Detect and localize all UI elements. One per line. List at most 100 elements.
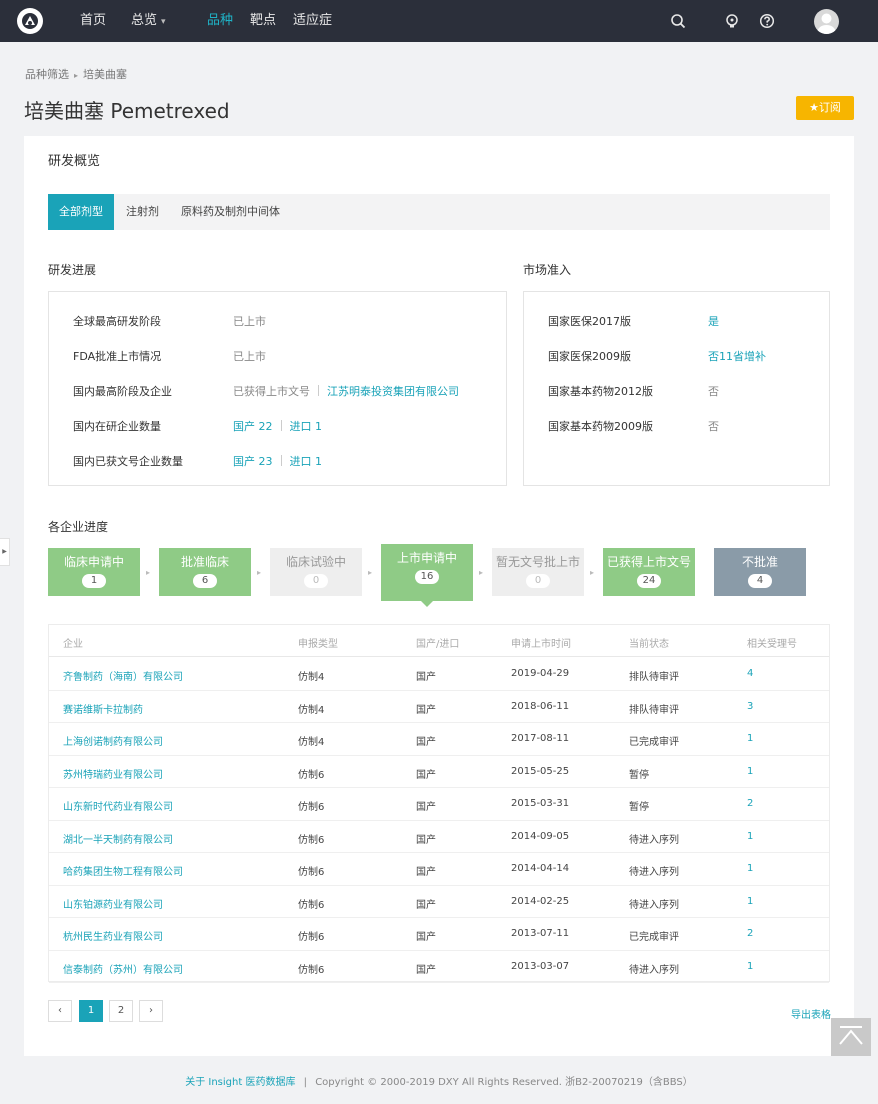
avatar[interactable] (814, 9, 839, 34)
table-row: 苏州特瑞药业有限公司 仿制6 国产 2015-05-25 暂停 1 (49, 756, 829, 788)
cell-date: 2019-04-29 (511, 668, 570, 679)
stage-name: 临床申请中 (63, 555, 124, 569)
tab-injection[interactable]: 注射剂 (126, 194, 159, 230)
stage-clinical-approved[interactable]: 批准临床 6 (159, 548, 251, 596)
cell-type: 仿制6 (298, 867, 325, 878)
cell-acceptance-count[interactable]: 3 (747, 701, 753, 712)
cell-status: 待进入序列 (629, 964, 679, 976)
cell-acceptance-count[interactable]: 2 (747, 928, 753, 939)
domestic-count-link[interactable]: 国产 23 (233, 455, 273, 468)
cell-status: 暂停 (629, 769, 649, 781)
company-progress-title: 各企业进度 (48, 520, 109, 534)
page-1-button[interactable]: 1 (79, 1000, 103, 1022)
stage-name: 上市申请中 (396, 551, 457, 565)
cell-company[interactable]: 信泰制药（苏州）有限公司 (63, 961, 183, 976)
stage-count: 6 (193, 574, 217, 588)
subscribe-button[interactable]: ★订阅 (796, 96, 854, 120)
col-status: 当前状态 (629, 639, 669, 650)
cell-origin: 国产 (416, 802, 436, 813)
sidebar-toggle-icon[interactable]: ▶ (0, 538, 10, 566)
cell-acceptance-count[interactable]: 2 (747, 798, 753, 809)
stage-name: 已获得上市文号 (606, 555, 691, 569)
cell-company[interactable]: 山东铂源药业有限公司 (63, 896, 163, 911)
breadcrumb-item-filter[interactable]: 品种筛选 (25, 68, 69, 81)
page-2-button[interactable]: 2 (109, 1000, 133, 1022)
cell-company[interactable]: 杭州民生药业有限公司 (63, 928, 163, 943)
table-row: 哈药集团生物工程有限公司 仿制6 国产 2014-04-14 待进入序列 1 (49, 853, 829, 886)
stage-clinical-trial[interactable]: 临床试验中 0 (270, 548, 362, 596)
export-table-link[interactable]: 导出表格 (791, 1006, 831, 1021)
bulb-icon[interactable] (724, 13, 740, 29)
kv-value: 否 (708, 385, 719, 398)
domestic-count-link[interactable]: 国产 22 (233, 420, 273, 433)
logo[interactable] (17, 8, 43, 34)
cell-company[interactable]: 赛诺维斯卡拉制药 (63, 701, 143, 716)
back-to-top-button[interactable] (831, 1018, 871, 1056)
tab-all-forms[interactable]: 全部剂型 (48, 194, 114, 230)
page-title: 培美曲塞 Pemetrexed (24, 99, 230, 123)
footer-separator: | (303, 1077, 308, 1088)
cell-company[interactable]: 哈药集团生物工程有限公司 (63, 863, 183, 878)
nav-indications[interactable]: 适应症 (293, 0, 332, 42)
table-row: 湖北一半天制药有限公司 仿制6 国产 2014-09-05 待进入序列 1 (49, 821, 829, 853)
nav-overview[interactable]: 总览 ▾ (131, 0, 166, 42)
nav-home[interactable]: 首页 (80, 0, 106, 42)
stage-rejected[interactable]: 不批准 4 (714, 548, 806, 596)
tab-api-intermediates[interactable]: 原料药及制剂中间体 (181, 194, 280, 230)
cell-origin: 国产 (416, 964, 436, 976)
cell-type: 仿制6 (298, 802, 325, 813)
next-page-button[interactable]: › (139, 1000, 163, 1022)
cell-status: 已完成审评 (629, 932, 679, 943)
cell-date: 2013-07-11 (511, 928, 570, 939)
cell-company[interactable]: 齐鲁制药（海南）有限公司 (63, 668, 183, 683)
imported-count-link[interactable]: 进口 1 (290, 420, 323, 433)
help-icon[interactable] (759, 13, 775, 29)
kv-label: 国内已获文号企业数量 (73, 455, 183, 468)
cell-origin: 国产 (416, 867, 436, 878)
cell-type: 仿制6 (298, 834, 325, 846)
cell-date: 2015-05-25 (511, 765, 570, 777)
cell-company[interactable]: 山东新时代药业有限公司 (63, 798, 173, 813)
cell-acceptance-count[interactable]: 1 (747, 863, 753, 874)
cell-acceptance-count[interactable]: 1 (747, 733, 753, 744)
imported-count-link[interactable]: 进口 1 (290, 455, 323, 468)
cell-company[interactable]: 苏州特瑞药业有限公司 (63, 766, 163, 781)
stage-name: 暂无文号批上市 (495, 555, 580, 569)
nav-varieties[interactable]: 品种 (207, 0, 233, 42)
cell-date: 2015-03-31 (511, 798, 570, 809)
divider (280, 455, 282, 466)
market-access-box: 国家医保2017版 是 国家医保2009版 否11省增补 国家基本药物2012版… (523, 291, 830, 486)
cell-type: 仿制6 (298, 932, 325, 943)
cell-origin: 国产 (416, 737, 436, 748)
prev-page-button[interactable]: ‹ (48, 1000, 72, 1022)
stage-count: 16 (414, 570, 440, 584)
cell-acceptance-count[interactable]: 1 (747, 896, 753, 907)
cell-acceptance-count[interactable]: 1 (747, 831, 753, 842)
stage-approval-number[interactable]: 已获得上市文号 24 (603, 548, 695, 596)
kv-value-link[interactable]: 是 (708, 313, 719, 329)
cell-acceptance-count[interactable]: 1 (747, 766, 753, 777)
stage-clinical-application[interactable]: 临床申请中 1 (48, 548, 140, 596)
cell-company[interactable]: 上海创诺制药有限公司 (63, 733, 163, 748)
stage-approved-no-number[interactable]: 暂无文号批上市 0 (492, 548, 584, 596)
cell-type: 仿制4 (298, 672, 325, 683)
cell-acceptance-count[interactable]: 1 (747, 961, 753, 972)
copyright-text: Copyright © 2000-2019 DXY All Rights Res… (315, 1077, 693, 1088)
cell-acceptance-count[interactable]: 4 (747, 668, 753, 679)
overview-card: 研发概览 全部剂型 注射剂 原料药及制剂中间体 研发进展 全球最高研发阶段 已上… (24, 136, 854, 1056)
divider (318, 385, 319, 396)
stage-name: 临床试验中 (285, 555, 346, 569)
col-origin: 国产/进口 (416, 639, 460, 650)
kv-value-link[interactable]: 否11省增补 (708, 348, 766, 364)
search-icon[interactable] (670, 13, 686, 29)
cell-status: 暂停 (629, 802, 649, 813)
nav-targets[interactable]: 靶点 (250, 0, 276, 42)
kv-label: 国家医保2017版 (548, 315, 631, 328)
chevron-right-icon: ▸ (257, 568, 262, 577)
stage-market-application[interactable]: 上市申请中 16 (381, 544, 473, 607)
cell-company[interactable]: 湖北一半天制药有限公司 (63, 831, 173, 846)
about-link[interactable]: 关于 Insight 医药数据库 (185, 1077, 295, 1088)
company-link[interactable]: 江苏明泰投资集团有限公司 (327, 385, 459, 398)
kv-label: 国家基本药物2012版 (548, 385, 653, 398)
stage-count: 0 (526, 574, 550, 588)
